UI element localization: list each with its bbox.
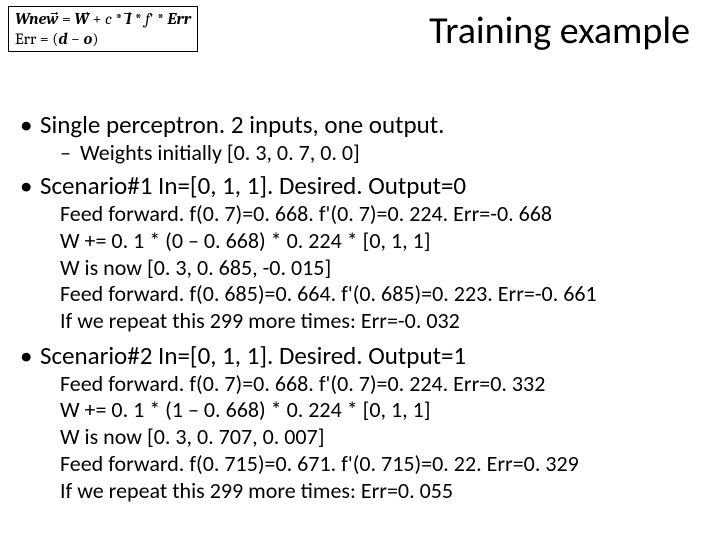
formula-line-2: Err = (d − o) (15, 29, 191, 49)
body-line: Feed forward. f(0. 7)=0. 668. f'(0. 7)=0… (60, 371, 700, 398)
slide-content: •Single perceptron. 2 inputs, one output… (20, 110, 700, 505)
bullet-text: Single perceptron. 2 inputs, one output. (40, 109, 444, 140)
body-block-1: Feed forward. f(0. 7)=0. 668. f'(0. 7)=0… (60, 201, 700, 335)
body-line: W is now [0. 3, 0. 685, -0. 015] (60, 255, 700, 282)
body-line: If we repeat this 299 more times: Err=0.… (60, 478, 700, 505)
body-line: W += 0. 1 * (0 – 0. 668) * 0. 224 * [0, … (60, 228, 700, 255)
slide: Wnew⃗ = W⃗ + c * I⃗ * f' * Err Err = (d … (0, 0, 720, 540)
body-line: Feed forward. f(0. 7)=0. 668. f'(0. 7)=0… (60, 201, 700, 228)
bullet-level1: •Scenario#2 In=[0, 1, 1]. Desired. Outpu… (20, 341, 700, 371)
body-block-2: Feed forward. f(0. 7)=0. 668. f'(0. 7)=0… (60, 371, 700, 505)
bullet-text: Scenario#1 In=[0, 1, 1]. Desired. Output… (40, 170, 466, 201)
body-line: W += 0. 1 * (1 – 0. 668) * 0. 224 * [0, … (60, 397, 700, 424)
bullet-dot-icon: • (20, 341, 40, 371)
bullet-dash-icon: – (60, 140, 80, 166)
bullet-level1: •Scenario#1 In=[0, 1, 1]. Desired. Outpu… (20, 171, 700, 201)
formula-line-1: Wnew⃗ = W⃗ + c * I⃗ * f' * Err (15, 9, 191, 29)
body-line: If we repeat this 299 more times: Err=-0… (60, 308, 700, 335)
bullet-level2: –Weights initially [0. 3, 0. 7, 0. 0] (60, 140, 700, 166)
bullet-text: Scenario#2 In=[0, 1, 1]. Desired. Output… (40, 340, 466, 371)
bullet-text: Weights initially [0. 3, 0. 7, 0. 0] (80, 139, 360, 166)
bullet-dot-icon: • (20, 171, 40, 201)
formula-box: Wnew⃗ = W⃗ + c * I⃗ * f' * Err Err = (d … (8, 6, 198, 52)
body-line: Feed forward. f(0. 715)=0. 671. f'(0. 71… (60, 451, 700, 478)
bullet-dot-icon: • (20, 110, 40, 140)
body-line: W is now [0. 3, 0. 707, 0. 007] (60, 424, 700, 451)
bullet-level1: •Single perceptron. 2 inputs, one output… (20, 110, 700, 140)
body-line: Feed forward. f(0. 685)=0. 664. f'(0. 68… (60, 281, 700, 308)
